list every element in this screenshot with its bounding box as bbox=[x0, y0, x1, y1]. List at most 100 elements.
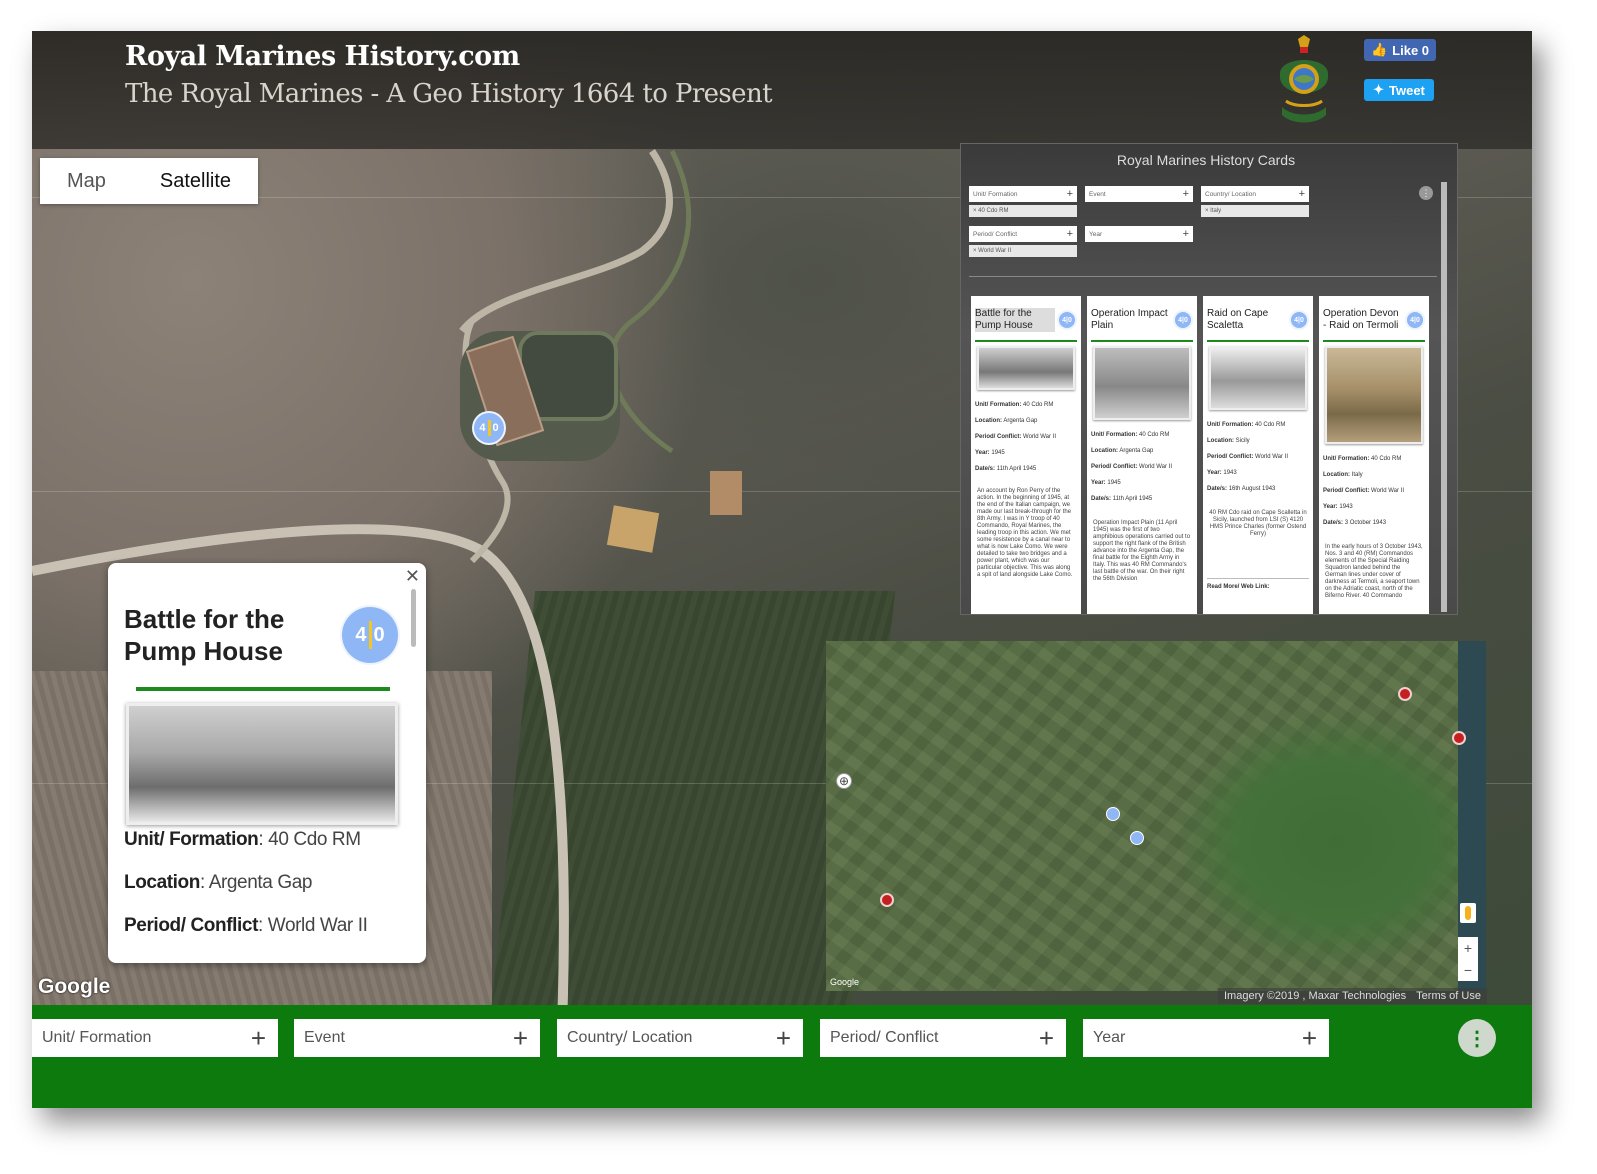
card-field: Period/ Conflict: World War II bbox=[1091, 464, 1173, 470]
event-info-popup: ✕ Battle for the Pump House 4 0 Unit/ Fo… bbox=[108, 563, 426, 963]
popup-field-unit: Unit/ Formation: 40 Cdo RM bbox=[124, 829, 361, 850]
site-title[interactable]: Royal Marines History.com bbox=[125, 41, 520, 72]
filter-period-conflict[interactable]: Period/ Conflict + bbox=[820, 1019, 1066, 1057]
field-label: Unit/ Formation bbox=[124, 829, 259, 850]
card-body: In the early hours of 3 October 1943, No… bbox=[1325, 544, 1423, 599]
chip-label: Italy bbox=[1210, 208, 1222, 214]
map-type-map-button[interactable]: Map bbox=[40, 158, 133, 204]
filter-label: Event bbox=[1089, 190, 1106, 198]
history-card[interactable]: Operation Impact Plain 4|0 Unit/ Formati… bbox=[1087, 296, 1197, 614]
history-card[interactable]: Operation Devon - Raid on Termoli 4|0 Un… bbox=[1319, 296, 1429, 614]
cards-filter-chip[interactable]: × Italy bbox=[1201, 205, 1309, 217]
card-field: Year: 1945 bbox=[1091, 480, 1121, 486]
map-pin-icon[interactable] bbox=[1452, 731, 1466, 745]
card-title[interactable]: Battle for the Pump House bbox=[975, 308, 1055, 332]
card-field: Year: 1943 bbox=[1323, 504, 1353, 510]
cards-filter-period[interactable]: Period/ Conflict + bbox=[969, 226, 1077, 242]
popup-title: Battle for the Pump House bbox=[124, 604, 285, 666]
map-cluster-marker[interactable]: 4 0 bbox=[472, 411, 506, 445]
plus-icon[interactable]: + bbox=[1067, 188, 1073, 200]
cluster-count: 0 bbox=[373, 623, 385, 646]
map-pin-icon[interactable] bbox=[1398, 687, 1412, 701]
map-cluster-marker[interactable] bbox=[1106, 807, 1120, 821]
royal-marines-crest-icon bbox=[1279, 35, 1329, 123]
cards-filter-country[interactable]: Country/ Location + bbox=[1201, 186, 1309, 202]
card-field: Period/ Conflict: World War II bbox=[1207, 454, 1289, 460]
plus-icon[interactable]: + bbox=[513, 1023, 528, 1054]
card-divider bbox=[1323, 340, 1425, 342]
read-more-link[interactable]: Read More/ Web Link: bbox=[1207, 584, 1311, 591]
history-card[interactable]: Raid on Cape Scaletta 4|0 Unit/ Formatio… bbox=[1203, 296, 1313, 614]
plus-icon[interactable]: + bbox=[1183, 188, 1189, 200]
plus-icon[interactable]: + bbox=[1039, 1023, 1054, 1054]
popup-field-location: Location: Argenta Gap bbox=[124, 872, 313, 893]
event-photo[interactable] bbox=[126, 703, 398, 825]
history-card[interactable]: Battle for the Pump House 4|0 Unit/ Form… bbox=[971, 296, 1081, 614]
card-cluster-badge: 4|0 bbox=[1057, 310, 1077, 330]
cards-filter-unit[interactable]: Unit/ Formation + bbox=[969, 186, 1077, 202]
map-cluster-marker[interactable] bbox=[1130, 831, 1144, 845]
zoom-in-icon[interactable]: + bbox=[1464, 940, 1472, 956]
map-pin-icon[interactable] bbox=[880, 893, 894, 907]
card-field: Period/ Conflict: World War II bbox=[1323, 488, 1405, 494]
plus-icon[interactable]: + bbox=[1299, 188, 1305, 200]
tweet-label: Tweet bbox=[1389, 82, 1425, 98]
cards-filter-chip[interactable]: × 40 Cdo RM bbox=[969, 205, 1077, 217]
zoom-out-icon[interactable]: − bbox=[1464, 962, 1472, 978]
map-type-satellite-button[interactable]: Satellite bbox=[133, 158, 258, 204]
cards-filter-year[interactable]: Year + bbox=[1085, 226, 1193, 242]
card-field: Unit/ Formation: 40 Cdo RM bbox=[1207, 422, 1286, 428]
history-cards-panel: Royal Marines History Cards Unit/ Format… bbox=[960, 143, 1458, 615]
filter-label: Year bbox=[1093, 1029, 1126, 1046]
street-view-pegman-icon[interactable] bbox=[1460, 903, 1476, 923]
filter-unit-formation[interactable]: Unit/ Formation + bbox=[32, 1019, 278, 1057]
twitter-bird-icon: ✦ bbox=[1373, 82, 1384, 97]
cards-scrollbar[interactable] bbox=[1441, 182, 1447, 612]
card-field: Date/s: 3 October 1943 bbox=[1323, 520, 1387, 526]
card-title[interactable]: Operation Devon - Raid on Termoli bbox=[1323, 308, 1403, 332]
overview-map[interactable]: ⊕ + − Google bbox=[826, 641, 1486, 991]
map-type-control: Map Satellite bbox=[40, 158, 259, 204]
card-divider bbox=[975, 340, 1077, 342]
filter-event[interactable]: Event + bbox=[294, 1019, 540, 1057]
card-title[interactable]: Raid on Cape Scaletta bbox=[1207, 308, 1287, 332]
card-body: An account by Ron Perry of the action. I… bbox=[977, 488, 1073, 578]
plus-icon[interactable]: + bbox=[1067, 228, 1073, 240]
terms-link[interactable]: Terms of Use bbox=[1416, 990, 1481, 1002]
cards-filter-chip[interactable]: × World War II bbox=[969, 245, 1077, 257]
filter-label: Period/ Conflict bbox=[973, 230, 1018, 238]
card-divider bbox=[1207, 578, 1309, 579]
facebook-like-button[interactable]: 👍 Like 0 bbox=[1364, 39, 1436, 61]
card-photo[interactable] bbox=[977, 346, 1075, 390]
building-roof bbox=[606, 505, 660, 553]
chip-label: World War II bbox=[978, 248, 1012, 254]
card-field: Date/s: 16th August 1943 bbox=[1207, 486, 1276, 492]
card-title[interactable]: Operation Impact Plain bbox=[1091, 308, 1171, 332]
plus-icon[interactable]: + bbox=[776, 1023, 791, 1054]
close-icon[interactable]: ✕ bbox=[405, 566, 420, 587]
card-photo[interactable] bbox=[1093, 346, 1191, 420]
like-label: Like 0 bbox=[1392, 42, 1430, 58]
card-field: Year: 1945 bbox=[975, 450, 1005, 456]
card-field: Location: Italy bbox=[1323, 472, 1363, 478]
card-photo[interactable] bbox=[1209, 346, 1307, 410]
cluster-divider bbox=[368, 621, 372, 649]
plus-icon[interactable]: + bbox=[1302, 1023, 1317, 1054]
filter-year[interactable]: Year + bbox=[1083, 1019, 1329, 1057]
building-roof bbox=[710, 471, 742, 515]
card-field: Year: 1943 bbox=[1207, 470, 1237, 476]
more-vert-icon[interactable]: ⋮ bbox=[1458, 1019, 1496, 1057]
cards-filter-event[interactable]: Event + bbox=[1085, 186, 1193, 202]
compass-icon[interactable]: ⊕ bbox=[836, 773, 852, 789]
card-field: Unit/ Formation: 40 Cdo RM bbox=[975, 402, 1054, 408]
google-logo: Google bbox=[38, 975, 111, 998]
more-vert-icon[interactable]: ⋮ bbox=[1419, 186, 1433, 200]
plus-icon[interactable]: + bbox=[1183, 228, 1189, 240]
card-photo[interactable] bbox=[1325, 346, 1423, 444]
tweet-button[interactable]: ✦ Tweet bbox=[1364, 79, 1434, 101]
popup-cluster-badge: 4 0 bbox=[340, 605, 400, 665]
field-value: Argenta Gap bbox=[208, 872, 313, 893]
filter-country-location[interactable]: Country/ Location + bbox=[557, 1019, 803, 1057]
popup-scrollbar[interactable] bbox=[411, 589, 416, 647]
plus-icon[interactable]: + bbox=[251, 1023, 266, 1054]
